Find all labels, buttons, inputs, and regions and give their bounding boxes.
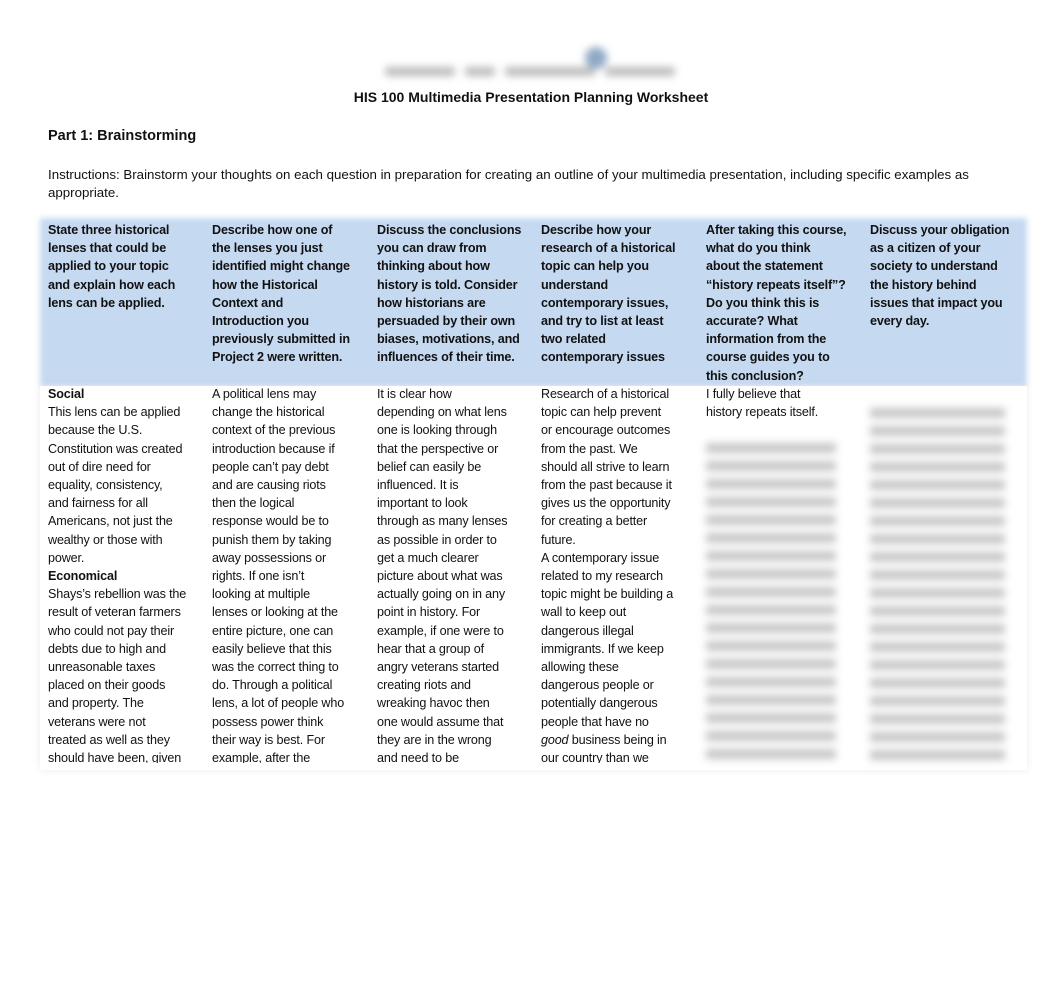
- header-cell: Discuss the conclusions you can draw fro…: [377, 223, 522, 365]
- answer-cell-contemporary: Research of a historical topic can help …: [541, 385, 701, 763]
- blurred-answer-text: [706, 425, 866, 765]
- lens-text: Shays’s rebellion was the result of vete…: [48, 587, 187, 763]
- lens-heading: Social: [48, 387, 85, 401]
- lens-heading: Economical: [48, 569, 118, 584]
- header-cell: After taking this course, what do you th…: [706, 223, 847, 383]
- section-heading: Part 1: Brainstorming: [48, 128, 197, 144]
- answer-cell-lenses: Social This lens can be applied because …: [48, 385, 208, 763]
- header-cell: Discuss your obligation as a citizen of …: [870, 223, 1010, 329]
- answer-text: Research of a historical topic can help …: [541, 387, 674, 729]
- header-cell: Describe how your research of a historic…: [541, 223, 676, 365]
- header-cell: Describe how one of the lenses you just …: [212, 223, 350, 365]
- header-cell: State three historical lenses that could…: [48, 223, 176, 310]
- blurred-answer-text: [870, 390, 1030, 765]
- instructions: Instructions: Brainstorm your thoughts o…: [48, 167, 969, 200]
- lens-text: This lens can be applied because the U.S…: [48, 405, 183, 565]
- university-logo: [380, 47, 680, 85]
- answer-cell-repeats: I fully believe that history repeats its…: [706, 387, 819, 420]
- answer-emphasis: good: [541, 732, 569, 747]
- answer-cell-conclusions: It is clear how depending on what lens o…: [377, 387, 508, 763]
- answer-cell-context: A political lens may change the historic…: [212, 387, 345, 763]
- page-title: HIS 100 Multimedia Presentation Planning…: [353, 89, 709, 105]
